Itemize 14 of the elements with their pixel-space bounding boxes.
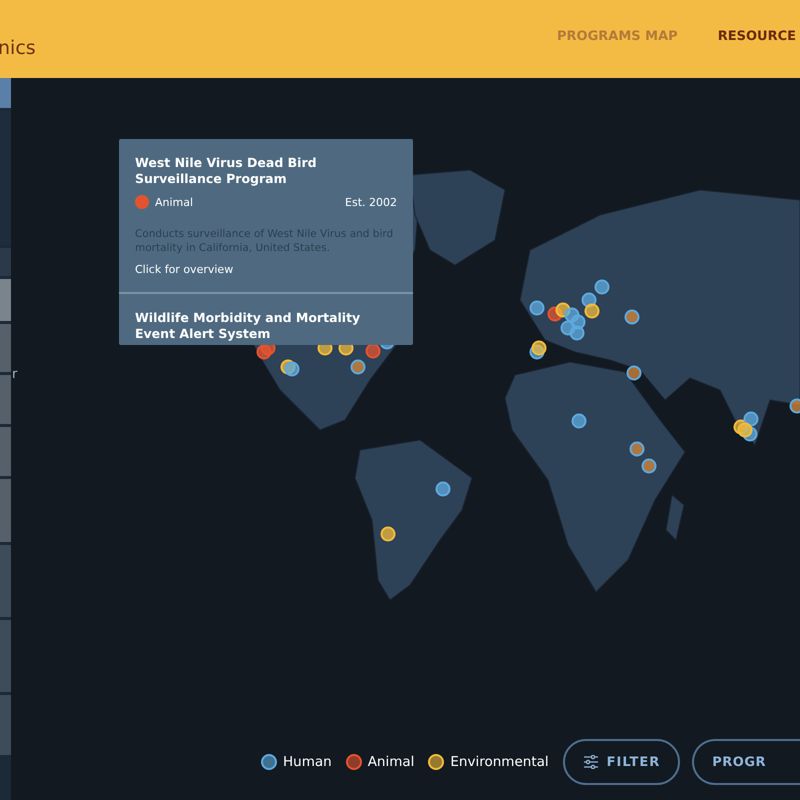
sidebar-text: r: [12, 367, 18, 382]
program-title[interactable]: West Nile Virus Dead Bird Surveillance Program: [135, 155, 397, 187]
legend-label: Animal: [368, 754, 414, 770]
category-label: Animal: [155, 196, 194, 208]
programs-button[interactable]: PROGR: [692, 739, 800, 785]
legend-label: Environmental: [450, 754, 549, 770]
sliders-icon: [582, 755, 599, 769]
program-title[interactable]: Wildlife Morbidity and Mortality Event Alert System: [135, 310, 397, 342]
overview-link[interactable]: Click for overview: [135, 263, 397, 276]
logo-text[interactable]: nics: [0, 37, 36, 59]
nav-link[interactable]: RESOURCE: [718, 28, 796, 44]
established-year: Est. 2002: [345, 196, 397, 208]
filter-button[interactable]: FILTER: [562, 739, 680, 785]
legend-label: Human: [283, 754, 332, 770]
